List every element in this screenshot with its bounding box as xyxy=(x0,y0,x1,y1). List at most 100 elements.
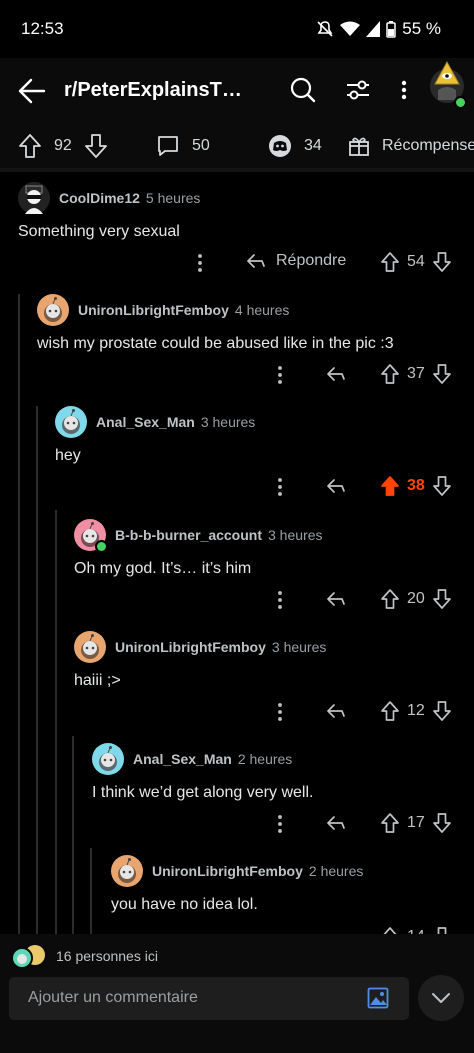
post-action-bar: 92 50 34 Récompense xyxy=(0,124,474,172)
more-options-icon[interactable] xyxy=(277,702,283,722)
thread-line xyxy=(18,294,20,934)
comment-time: 4 heures xyxy=(234,302,290,318)
vote-controls: 54 xyxy=(380,251,452,273)
comment: CoolDime12 5 heures Something very sexua… xyxy=(18,181,200,241)
vote-count: 17 xyxy=(407,814,425,831)
comment-input[interactable]: Ajouter un commentaire xyxy=(9,977,409,1020)
reply-button[interactable] xyxy=(326,814,346,832)
avatar[interactable] xyxy=(92,743,124,775)
post-score: 92 xyxy=(54,137,72,154)
status-bar: 12:53 55 % xyxy=(0,0,474,58)
sort-filter-icon[interactable] xyxy=(345,76,371,104)
discord-icon xyxy=(268,134,292,158)
avatar[interactable] xyxy=(18,182,50,214)
back-arrow-icon[interactable] xyxy=(18,78,46,104)
avatar[interactable] xyxy=(74,631,106,663)
vote-controls: 37 xyxy=(380,363,452,385)
collapse-button[interactable] xyxy=(418,975,464,1021)
comment-actions: 12 xyxy=(0,698,474,726)
comment-author[interactable]: Anal_Sex_Man xyxy=(133,751,232,767)
comment-time: 3 heures xyxy=(200,414,256,430)
reply-icon xyxy=(327,479,345,493)
reply-button[interactable]: Répondre xyxy=(246,252,346,270)
comment-body: you have no idea lol. xyxy=(111,896,258,913)
avatar[interactable] xyxy=(37,294,69,326)
downvote-icon[interactable] xyxy=(432,251,452,273)
comment-author[interactable]: UnironLibrightFemboy xyxy=(152,863,303,879)
more-options-icon[interactable] xyxy=(197,253,203,273)
reply-icon xyxy=(327,816,345,830)
reply-icon xyxy=(327,367,345,381)
more-options-icon[interactable] xyxy=(277,365,283,385)
comment-input-placeholder: Ajouter un commentaire xyxy=(28,989,198,1006)
comment-body: haiii ;> xyxy=(74,672,121,689)
comment-author[interactable]: UnironLibrightFemboy xyxy=(115,639,266,655)
upvote-icon-active[interactable] xyxy=(380,475,400,497)
award-button[interactable]: Récompense xyxy=(348,135,474,157)
comment-author[interactable]: CoolDime12 xyxy=(59,190,140,206)
comment: Anal_Sex_Man 3 heures hey xyxy=(55,405,255,465)
downvote-icon[interactable] xyxy=(432,363,452,385)
bottom-bar: 16 personnes ici Ajouter un commentaire xyxy=(0,934,474,1053)
upvote-icon[interactable] xyxy=(380,588,400,610)
comment-time: 5 heures xyxy=(145,190,201,206)
downvote-icon[interactable] xyxy=(432,475,452,497)
upvote-icon[interactable] xyxy=(380,700,400,722)
reply-button[interactable] xyxy=(326,365,346,383)
top-bar: r/PeterExplainsTheJ... xyxy=(0,58,474,124)
comment-author[interactable]: UnironLibrightFemboy xyxy=(78,302,229,318)
more-options-icon[interactable] xyxy=(277,814,283,834)
comment-time: 2 heures xyxy=(308,863,364,879)
vote-controls: 38 xyxy=(380,475,452,497)
downvote-icon[interactable] xyxy=(432,588,452,610)
subreddit-title[interactable]: r/PeterExplainsTheJ... xyxy=(64,79,254,102)
comment-actions: 20 xyxy=(0,586,474,614)
online-users-avatars xyxy=(10,944,48,970)
downvote-icon[interactable] xyxy=(84,133,108,159)
comment: UnironLibrightFemboy 4 heures wish my pr… xyxy=(37,293,394,353)
reply-button[interactable] xyxy=(326,590,346,608)
more-options-icon[interactable] xyxy=(401,76,407,104)
comment-body: I think we’d get along very well. xyxy=(92,784,314,801)
upvote-icon[interactable] xyxy=(380,363,400,385)
awards-count: 34 xyxy=(304,137,322,154)
online-indicator xyxy=(454,96,467,109)
image-upload-icon[interactable] xyxy=(367,987,389,1009)
vote-count: 20 xyxy=(407,590,425,607)
vote-controls: 20 xyxy=(380,588,452,610)
award-label: Récompense xyxy=(382,137,474,154)
awards-count-button[interactable]: 34 xyxy=(268,134,322,158)
comment-actions: 17 xyxy=(0,810,474,838)
search-icon[interactable] xyxy=(289,76,317,104)
upvote-icon[interactable] xyxy=(380,251,400,273)
mute-icon xyxy=(316,20,334,38)
upvote-icon[interactable] xyxy=(18,133,42,159)
comment-body: Something very sexual xyxy=(18,223,180,240)
comment-icon xyxy=(156,134,180,158)
battery-percent: 55 % xyxy=(402,19,441,38)
reply-button[interactable] xyxy=(326,477,346,495)
reply-button[interactable] xyxy=(326,702,346,720)
user-avatar[interactable] xyxy=(428,60,467,109)
downvote-icon[interactable] xyxy=(432,926,452,934)
reply-icon xyxy=(327,704,345,718)
comments-button[interactable]: 50 xyxy=(156,134,210,158)
more-options-icon[interactable] xyxy=(277,477,283,497)
avatar[interactable] xyxy=(55,406,87,438)
comment-author[interactable]: Anal_Sex_Man xyxy=(96,414,195,430)
more-options-icon[interactable] xyxy=(277,590,283,610)
avatar[interactable] xyxy=(74,519,108,553)
vote-controls: 14 xyxy=(380,926,452,934)
comment: Anal_Sex_Man 2 heures I think we’d get a… xyxy=(92,742,313,802)
vote-controls: 17 xyxy=(380,812,452,834)
downvote-icon[interactable] xyxy=(432,812,452,834)
online-indicator xyxy=(95,540,108,553)
reply-icon xyxy=(327,592,345,606)
avatar[interactable] xyxy=(111,855,143,887)
upvote-icon[interactable] xyxy=(380,812,400,834)
comment-author[interactable]: B-b-b-burner_account xyxy=(115,527,262,543)
downvote-icon[interactable] xyxy=(432,700,452,722)
clock: 12:53 xyxy=(21,19,64,38)
upvote-icon[interactable] xyxy=(380,926,400,934)
comment-actions: 14 xyxy=(0,924,474,934)
